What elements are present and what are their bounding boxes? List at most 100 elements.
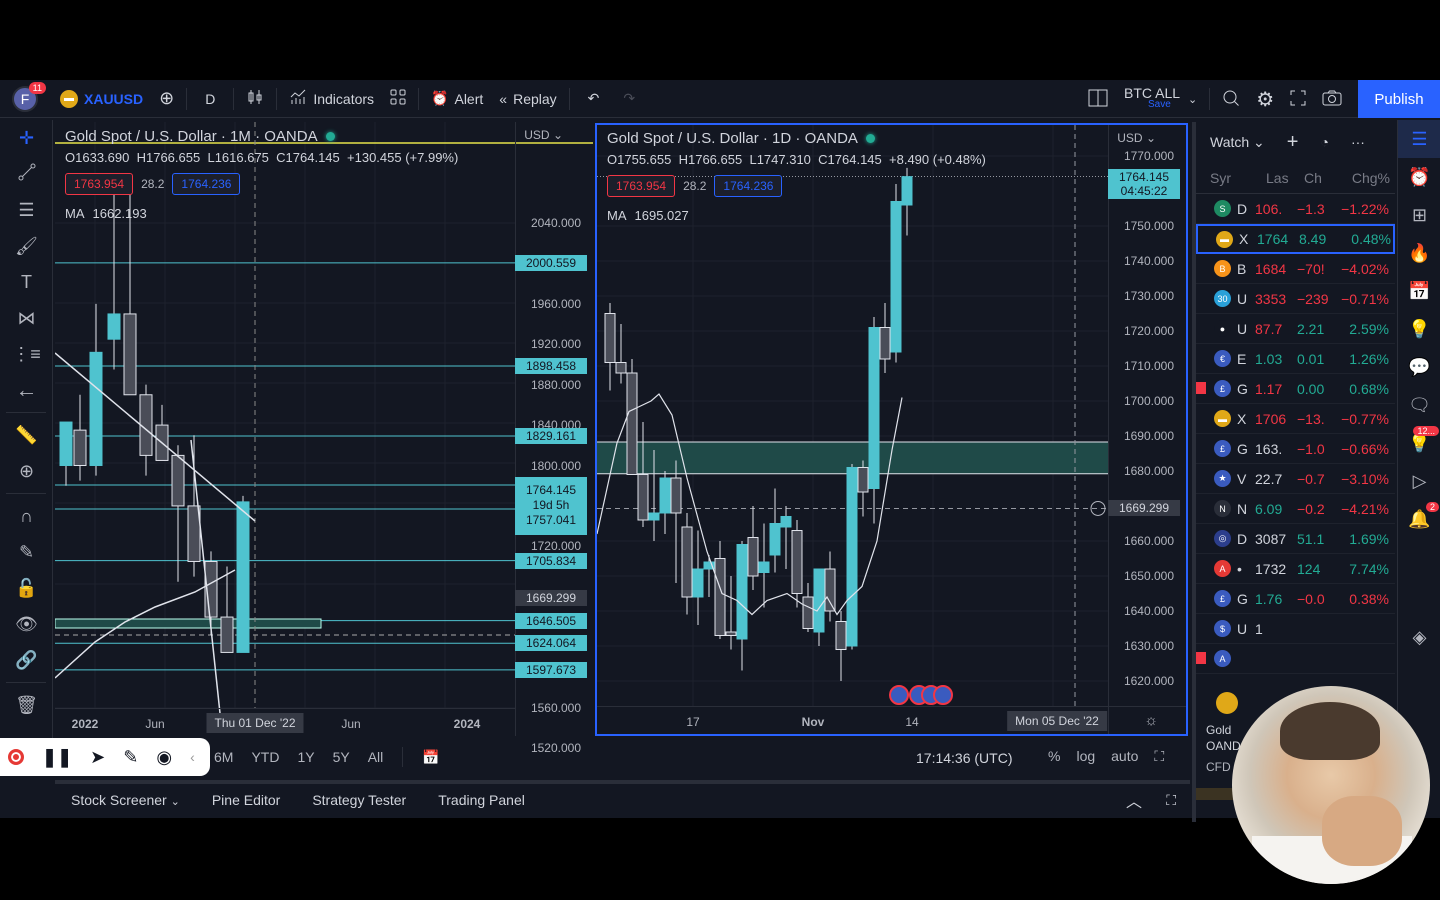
pause-icon[interactable]: ❚❚ bbox=[42, 747, 72, 768]
watchlist-row[interactable]: 30 U 3353 −239 −0.71% bbox=[1196, 284, 1395, 314]
sell-button[interactable]: 1763.954 bbox=[65, 173, 134, 195]
currency-selector[interactable]: USD ⌄ bbox=[1117, 131, 1156, 145]
remove-drawings-tool[interactable]: 🗑 bbox=[0, 687, 53, 723]
buy-button[interactable]: 1764.236 bbox=[172, 173, 241, 195]
auto-scale-button[interactable]: auto bbox=[1111, 748, 1138, 765]
range-ytd[interactable]: YTD bbox=[242, 749, 288, 765]
fullscreen-button[interactable] bbox=[1282, 80, 1314, 118]
watchlist-row[interactable]: £ G 1.76 −0.0 0.38% bbox=[1196, 584, 1395, 614]
tab-trading-panel[interactable]: Trading Panel bbox=[422, 792, 541, 808]
pattern-tool[interactable]: ⋈ bbox=[0, 300, 53, 336]
price-axis[interactable]: USD ⌄ 2040.000 1960.000 1920.000 1880.000 18… bbox=[515, 122, 593, 755]
cursor-icon[interactable]: ➤ bbox=[90, 747, 105, 768]
tab-strategy-tester[interactable]: Strategy Tester bbox=[296, 792, 422, 808]
indicators-button[interactable]: Indicators bbox=[281, 80, 382, 118]
messages-toggle[interactable]: 🗨 bbox=[1398, 386, 1440, 424]
column-symbol[interactable]: Syr bbox=[1210, 170, 1266, 186]
time-axis[interactable]: ☼ 17 Nov 14 Mon 05 Dec '22 bbox=[597, 706, 1186, 734]
calendar-toggle[interactable]: 📅 bbox=[1398, 272, 1440, 310]
chart-settings-icon[interactable]: ☼ bbox=[1144, 712, 1158, 729]
percent-scale-button[interactable]: % bbox=[1048, 748, 1060, 765]
undo-button[interactable]: ↶ bbox=[574, 80, 614, 118]
column-change-pct[interactable]: Chg% bbox=[1340, 170, 1390, 186]
alert-button[interactable]: ⏰ Alert bbox=[423, 80, 491, 118]
streams-toggle[interactable]: ▷ bbox=[1398, 462, 1440, 500]
search-button[interactable] bbox=[1214, 80, 1248, 118]
watchlist-row[interactable]: € E 1.03 0.01 1.26% bbox=[1196, 344, 1395, 374]
notifications-toggle[interactable]: 🔔 2 bbox=[1398, 500, 1440, 538]
collapse-chevron-icon[interactable]: ‹ bbox=[190, 749, 195, 765]
compare-symbol-button[interactable]: ⊕ bbox=[151, 80, 182, 118]
watchlist-row[interactable]: £ G 1.17 0.00 0.68% bbox=[1196, 374, 1395, 404]
lock-all-tool[interactable]: 🔓 bbox=[0, 570, 53, 606]
watchlist-row[interactable]: A • 1732 124 7.74% bbox=[1196, 554, 1395, 584]
column-last[interactable]: Las bbox=[1266, 170, 1304, 186]
watchlist-row[interactable]: ▬ X 1706 −13. −0.77% bbox=[1196, 404, 1395, 434]
interval-button[interactable]: D bbox=[191, 80, 229, 118]
range-all[interactable]: All bbox=[359, 749, 393, 765]
replay-button[interactable]: « Replay bbox=[491, 80, 564, 118]
alerts-toggle[interactable]: ⏰ bbox=[1398, 158, 1440, 196]
chart-type-button[interactable] bbox=[238, 80, 272, 118]
time-axis[interactable]: 2022 Jun Jun 2024 Thu 01 Dec '22 bbox=[55, 708, 515, 736]
brush-tool[interactable]: 🖌 bbox=[0, 228, 53, 264]
more-options-icon[interactable]: ··· bbox=[1351, 134, 1365, 150]
fib-tool[interactable]: ☰ bbox=[0, 192, 53, 228]
snapshot-button[interactable] bbox=[1314, 80, 1350, 118]
watchlist-selector[interactable]: Watch ⌄ bbox=[1210, 134, 1265, 151]
back-tool[interactable]: ← bbox=[0, 372, 53, 408]
layout-button[interactable] bbox=[1080, 80, 1116, 118]
prediction-tool[interactable]: ⋮≡ bbox=[0, 336, 53, 372]
hide-drawings-tool[interactable]: 👁 bbox=[0, 606, 53, 642]
sell-button[interactable]: 1763.954 bbox=[607, 175, 676, 197]
add-symbol-button[interactable]: + bbox=[1287, 131, 1299, 154]
watchlist-row[interactable]: N N 6.09 −0.2 −4.21% bbox=[1196, 494, 1395, 524]
watchlist-row[interactable]: $ U 1 bbox=[1196, 614, 1395, 644]
symbol-search-button[interactable]: ▬ XAUUSD bbox=[52, 80, 151, 118]
crosshair-tool[interactable]: ✛ bbox=[0, 120, 53, 156]
redo-button[interactable]: ↷ bbox=[613, 80, 645, 118]
tab-stock-screener[interactable]: Stock Screener ⌄ bbox=[55, 792, 196, 808]
currency-selector[interactable]: USD ⌄ bbox=[524, 128, 563, 142]
range-5y[interactable]: 5Y bbox=[324, 749, 359, 765]
user-avatar[interactable]: F 11 bbox=[12, 81, 46, 112]
watchlist-row[interactable]: £ G 163. −1.0 −0.66% bbox=[1196, 434, 1395, 464]
layers-toggle[interactable]: ◈ bbox=[1398, 618, 1440, 656]
settings-button[interactable]: ⚙ bbox=[1248, 80, 1282, 118]
lock-drawings-tool[interactable]: ✎ bbox=[0, 534, 53, 570]
watchlist-row[interactable]: ★ V 22.7 −0.7 −3.10% bbox=[1196, 464, 1395, 494]
measure-tool[interactable]: 📏 bbox=[0, 417, 53, 453]
sync-drawings-tool[interactable]: 🔗 bbox=[0, 642, 53, 678]
watchlist-toggle[interactable]: ☰ bbox=[1398, 120, 1440, 158]
watchlist-row[interactable]: B B 1684 −70! −4.02% bbox=[1196, 254, 1395, 284]
price-axis[interactable]: USD ⌄ 1770.000 1750.000 1740.000 1730.000 17… bbox=[1108, 125, 1186, 734]
publish-button[interactable]: Publish bbox=[1358, 80, 1440, 118]
range-1y[interactable]: 1Y bbox=[288, 749, 323, 765]
notifications-ideas-toggle[interactable]: 💡 12... bbox=[1398, 424, 1440, 462]
pie-chart-icon[interactable]: ◔ bbox=[1320, 134, 1328, 150]
watchlist-row[interactable]: A bbox=[1196, 644, 1395, 674]
watchlist-row[interactable]: ◎ D 3087 51.1 1.69% bbox=[1196, 524, 1395, 554]
column-change[interactable]: Ch bbox=[1304, 170, 1340, 186]
chats-toggle[interactable]: 💬 bbox=[1398, 348, 1440, 386]
templates-button[interactable] bbox=[382, 80, 414, 118]
maximize-icon[interactable]: ⛶ bbox=[1154, 748, 1164, 765]
tab-pine-editor[interactable]: Pine Editor bbox=[196, 792, 296, 808]
chart-pane-monthly[interactable]: Gold Spot / U.S. Dollar · 1M · OANDA O16… bbox=[55, 122, 593, 755]
trendline-tool[interactable] bbox=[0, 156, 53, 192]
chevron-down-icon[interactable]: ⌄ bbox=[1188, 93, 1197, 106]
magnet-tool[interactable]: ∩ bbox=[0, 498, 53, 534]
text-tool[interactable]: T bbox=[0, 264, 53, 300]
maximize-panel-icon[interactable]: ⛶ bbox=[1166, 792, 1176, 809]
watchlist-row[interactable]: ● U 87.7 2.21 2.59% bbox=[1196, 314, 1395, 344]
pen-icon[interactable]: ✎ bbox=[123, 747, 138, 768]
watchlist-row[interactable]: S D 106. −1.3 −1.22% bbox=[1196, 194, 1395, 224]
watchlist-row[interactable]: ▬ X 1764 8.49 0.48% bbox=[1196, 224, 1395, 254]
zoom-tool[interactable]: ⊕ bbox=[0, 453, 53, 489]
buy-button[interactable]: 1764.236 bbox=[714, 175, 783, 197]
object-tree-toggle[interactable]: ⊞ bbox=[1398, 196, 1440, 234]
goto-date-button[interactable]: 📅 bbox=[413, 749, 448, 766]
ideas-toggle[interactable]: 💡 bbox=[1398, 310, 1440, 348]
hotlists-toggle[interactable]: 🔥 bbox=[1398, 234, 1440, 272]
webcam-icon[interactable]: ◉ bbox=[156, 747, 172, 768]
